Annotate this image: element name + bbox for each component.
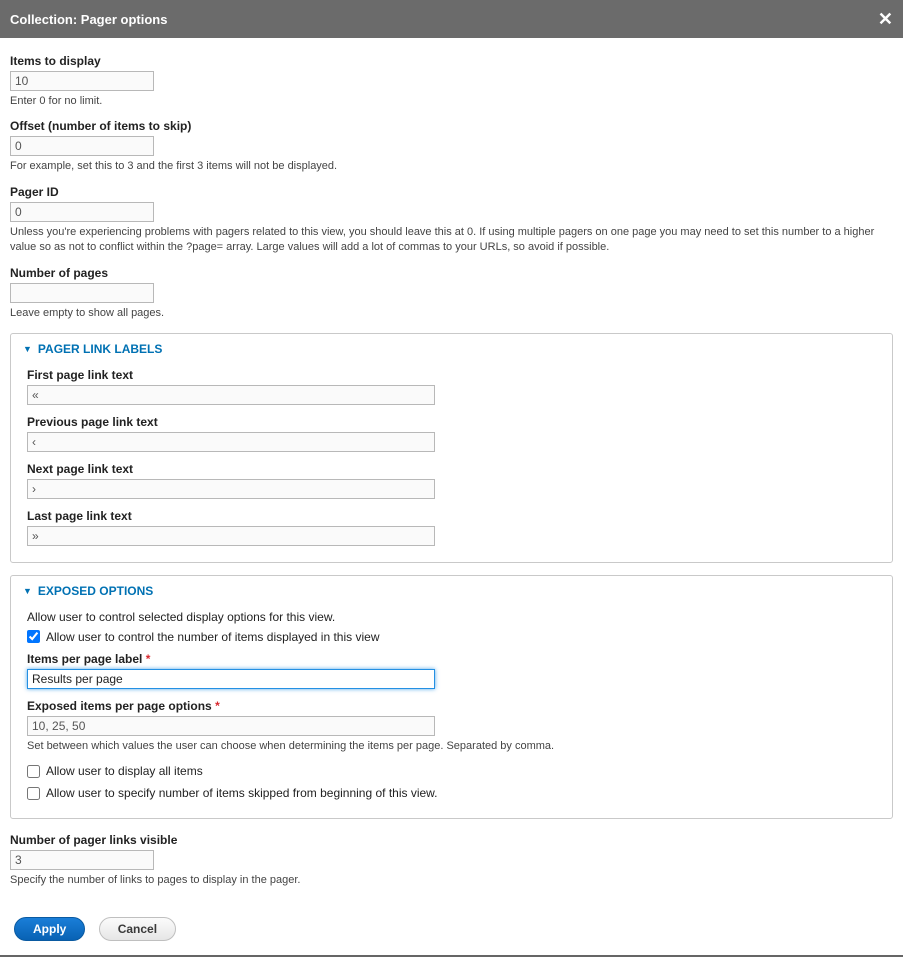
pager-options-dialog: Collection: Pager options ✕ Items to dis… — [0, 0, 903, 957]
allow-offset-checkbox[interactable] — [27, 787, 40, 800]
first-page-link-field: First page link text — [27, 368, 876, 405]
exposed-options-toggle[interactable]: ▼ Exposed options — [11, 576, 892, 606]
last-page-link-label: Last page link text — [27, 509, 876, 523]
pager-id-field: Pager ID Unless you're experiencing prob… — [10, 185, 893, 256]
pager-id-input[interactable] — [10, 202, 154, 222]
allow-offset-checkbox-row: Allow user to specify number of items sk… — [27, 786, 876, 800]
previous-page-link-input[interactable] — [27, 432, 435, 452]
pager-link-labels-legend: Pager link labels — [38, 342, 162, 356]
items-per-page-label-input[interactable] — [27, 669, 435, 689]
exposed-options-body: Allow user to control selected display o… — [11, 606, 892, 818]
required-mark-icon: * — [146, 652, 151, 666]
items-per-page-label-field: Items per page label * — [27, 652, 876, 689]
previous-page-link-field: Previous page link text — [27, 415, 876, 452]
number-of-pages-label: Number of pages — [10, 266, 893, 280]
next-page-link-field: Next page link text — [27, 462, 876, 499]
previous-page-link-label: Previous page link text — [27, 415, 876, 429]
first-page-link-input[interactable] — [27, 385, 435, 405]
dialog-footer: Apply Cancel — [0, 907, 903, 955]
last-page-link-field: Last page link text — [27, 509, 876, 546]
allow-all-checkbox-row: Allow user to display all items — [27, 764, 876, 778]
allow-items-checkbox-label[interactable]: Allow user to control the number of item… — [46, 630, 380, 644]
pager-id-desc: Unless you're experiencing problems with… — [10, 225, 893, 256]
dialog-header: Collection: Pager options ✕ — [0, 0, 903, 38]
offset-input[interactable] — [10, 136, 154, 156]
number-of-pages-desc: Leave empty to show all pages. — [10, 306, 893, 321]
number-of-pages-input[interactable] — [10, 283, 154, 303]
exposed-options-fieldset: ▼ Exposed options Allow user to control … — [10, 575, 893, 819]
apply-button[interactable]: Apply — [14, 917, 85, 941]
pager-links-visible-desc: Specify the number of links to pages to … — [10, 873, 893, 888]
exposed-items-options-field: Exposed items per page options * Set bet… — [27, 699, 876, 754]
offset-desc: For example, set this to 3 and the first… — [10, 159, 893, 174]
items-per-page-label-text: Items per page label — [27, 652, 142, 666]
dialog-title: Collection: Pager options — [10, 12, 167, 27]
caret-down-icon: ▼ — [23, 344, 32, 354]
allow-items-checkbox[interactable] — [27, 630, 40, 643]
items-to-display-field: Items to display Enter 0 for no limit. — [10, 54, 893, 109]
offset-field: Offset (number of items to skip) For exa… — [10, 119, 893, 174]
pager-link-labels-fieldset: ▼ Pager link labels First page link text… — [10, 333, 893, 563]
last-page-link-input[interactable] — [27, 526, 435, 546]
pager-link-labels-toggle[interactable]: ▼ Pager link labels — [11, 334, 892, 364]
pager-links-visible-field: Number of pager links visible Specify th… — [10, 833, 893, 888]
next-page-link-label: Next page link text — [27, 462, 876, 476]
pager-links-visible-input[interactable] — [10, 850, 154, 870]
exposed-options-intro: Allow user to control selected display o… — [27, 610, 876, 624]
allow-all-checkbox[interactable] — [27, 765, 40, 778]
allow-all-checkbox-label[interactable]: Allow user to display all items — [46, 764, 203, 778]
items-to-display-label: Items to display — [10, 54, 893, 68]
first-page-link-label: First page link text — [27, 368, 876, 382]
offset-label: Offset (number of items to skip) — [10, 119, 893, 133]
allow-items-checkbox-row: Allow user to control the number of item… — [27, 630, 876, 644]
cancel-button[interactable]: Cancel — [99, 917, 176, 941]
required-mark-icon: * — [215, 699, 220, 713]
exposed-items-options-text: Exposed items per page options — [27, 699, 212, 713]
pager-id-label: Pager ID — [10, 185, 893, 199]
close-icon[interactable]: ✕ — [878, 10, 893, 28]
exposed-items-options-input[interactable] — [27, 716, 435, 736]
allow-offset-checkbox-label[interactable]: Allow user to specify number of items sk… — [46, 786, 438, 800]
caret-down-icon: ▼ — [23, 586, 32, 596]
pager-link-labels-body: First page link text Previous page link … — [11, 364, 892, 562]
pager-links-visible-label: Number of pager links visible — [10, 833, 893, 847]
items-per-page-label-label: Items per page label * — [27, 652, 876, 666]
items-to-display-input[interactable] — [10, 71, 154, 91]
exposed-items-options-label: Exposed items per page options * — [27, 699, 876, 713]
exposed-options-legend: Exposed options — [38, 584, 153, 598]
items-to-display-desc: Enter 0 for no limit. — [10, 94, 893, 109]
exposed-items-options-desc: Set between which values the user can ch… — [27, 739, 876, 754]
next-page-link-input[interactable] — [27, 479, 435, 499]
number-of-pages-field: Number of pages Leave empty to show all … — [10, 266, 893, 321]
dialog-body: Items to display Enter 0 for no limit. O… — [0, 38, 903, 907]
